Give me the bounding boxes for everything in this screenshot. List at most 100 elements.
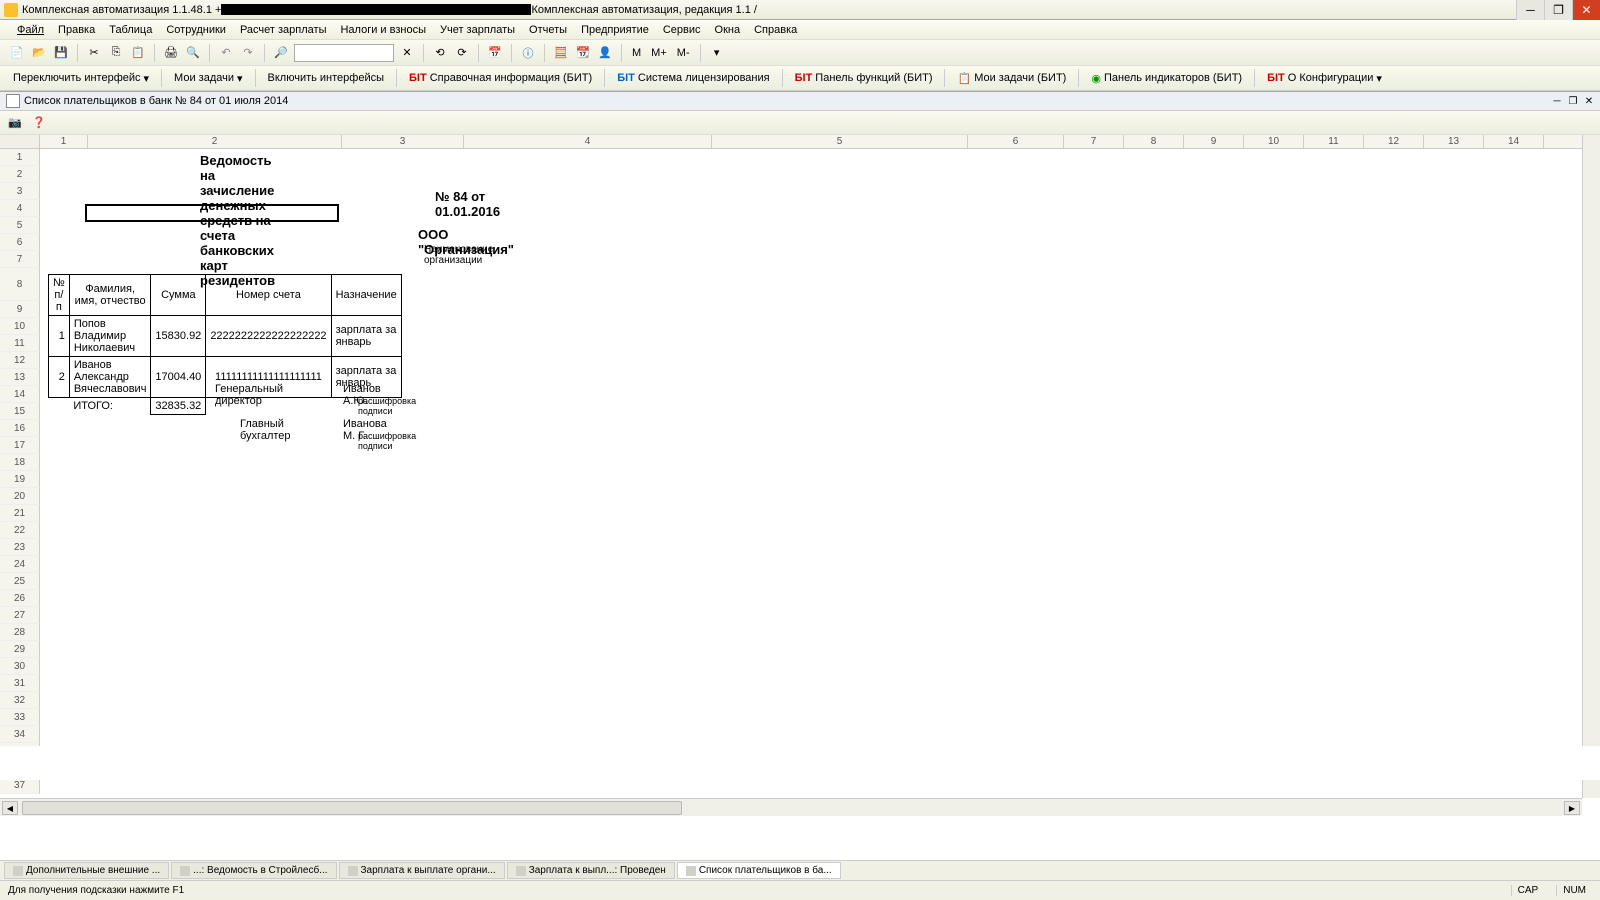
- col-header[interactable]: 14: [1484, 135, 1544, 148]
- open-icon[interactable]: 📂: [30, 44, 48, 62]
- row-number[interactable]: 2: [0, 166, 40, 183]
- col-header[interactable]: 13: [1424, 135, 1484, 148]
- memory-m[interactable]: M: [629, 47, 644, 59]
- menu-taxes[interactable]: Налоги и взносы: [333, 22, 433, 38]
- window-tab[interactable]: Зарплата к выпл...: Проведен: [507, 862, 675, 879]
- search-combo[interactable]: [294, 44, 394, 62]
- date-icon[interactable]: 📆: [574, 44, 592, 62]
- row-number[interactable]: 5: [0, 217, 40, 234]
- copy-icon[interactable]: ⎘: [107, 44, 125, 62]
- window-tab[interactable]: ...: Ведомость в Стройлесб...: [171, 862, 336, 879]
- doc-close-icon[interactable]: ✕: [1582, 94, 1596, 108]
- preview-icon[interactable]: 🔍: [184, 44, 202, 62]
- col-header[interactable]: 12: [1364, 135, 1424, 148]
- row-number[interactable]: 25: [0, 573, 40, 590]
- row-number[interactable]: 3: [0, 183, 40, 200]
- row-number[interactable]: 31: [0, 675, 40, 692]
- col-header[interactable]: 2: [88, 135, 342, 148]
- window-tab-active[interactable]: Список плательщиков в ба...: [677, 862, 841, 879]
- vertical-scrollbar[interactable]: [1582, 135, 1600, 798]
- menu-file[interactable]: Файл: [10, 22, 51, 38]
- row-number[interactable]: 9: [0, 301, 40, 318]
- col-header[interactable]: 3: [342, 135, 464, 148]
- scroll-thumb[interactable]: [22, 801, 682, 815]
- my-tasks-bit-button[interactable]: 📋Мои задачи (БИТ): [950, 69, 1073, 88]
- memory-mplus[interactable]: M+: [648, 47, 670, 59]
- row-number[interactable]: 17: [0, 437, 40, 454]
- row-number[interactable]: 19: [0, 471, 40, 488]
- row-number[interactable]: 6: [0, 234, 40, 251]
- row-number[interactable]: 8: [0, 268, 40, 301]
- person-icon[interactable]: 👤: [596, 44, 614, 62]
- func-panel-button[interactable]: БITПанель функций (БИТ): [788, 69, 940, 87]
- menu-windows[interactable]: Окна: [708, 22, 748, 38]
- doc-minimize-icon[interactable]: ─: [1550, 94, 1564, 108]
- cut-icon[interactable]: ✂: [85, 44, 103, 62]
- row-number[interactable]: 29: [0, 641, 40, 658]
- close-button[interactable]: ✕: [1572, 0, 1600, 20]
- menu-reports[interactable]: Отчеты: [522, 22, 574, 38]
- row-number[interactable]: 16: [0, 420, 40, 437]
- row-number[interactable]: 14: [0, 386, 40, 403]
- help-icon[interactable]: ❓: [30, 114, 48, 132]
- redo-icon[interactable]: ↷: [239, 44, 257, 62]
- row-number[interactable]: 12: [0, 352, 40, 369]
- menu-table[interactable]: Таблица: [102, 22, 159, 38]
- col-header[interactable]: 5: [712, 135, 968, 148]
- back-icon[interactable]: ⟲: [431, 44, 449, 62]
- clear-search-icon[interactable]: ✕: [398, 44, 416, 62]
- col-header[interactable]: 4: [464, 135, 712, 148]
- about-config-button[interactable]: БITО Конфигурации ▾: [1260, 69, 1389, 88]
- col-header[interactable]: 6: [968, 135, 1064, 148]
- enable-interfaces-button[interactable]: Включить интерфейсы: [261, 69, 392, 87]
- menu-salary[interactable]: Расчет зарплаты: [233, 22, 334, 38]
- menu-enterprise[interactable]: Предприятие: [574, 22, 656, 38]
- col-header[interactable]: 8: [1124, 135, 1184, 148]
- indicator-panel-button[interactable]: ◉Панель индикаторов (БИТ): [1084, 69, 1249, 88]
- row-number[interactable]: 33: [0, 709, 40, 726]
- maximize-button[interactable]: ❐: [1544, 0, 1572, 20]
- menu-edit[interactable]: Правка: [51, 22, 102, 38]
- row-number[interactable]: 7: [0, 251, 40, 268]
- col-header[interactable]: 7: [1064, 135, 1124, 148]
- corner-cell[interactable]: [0, 135, 40, 148]
- print-icon[interactable]: 🖨: [162, 44, 180, 62]
- my-tasks-button[interactable]: Мои задачи ▾: [167, 69, 249, 88]
- menu-employees[interactable]: Сотрудники: [159, 22, 233, 38]
- licensing-button[interactable]: БITСистема лицензирования: [610, 69, 776, 87]
- row-number[interactable]: 27: [0, 607, 40, 624]
- scroll-left-icon[interactable]: ◀: [2, 801, 18, 815]
- menu-accounting[interactable]: Учет зарплаты: [433, 22, 522, 38]
- row-number[interactable]: 21: [0, 505, 40, 522]
- row-number[interactable]: 24: [0, 556, 40, 573]
- row-number[interactable]: 30: [0, 658, 40, 675]
- spreadsheet[interactable]: 1 2 3 4 5 6 7 8 9 10 11 12 13 14 1234567…: [0, 135, 1600, 816]
- window-tab[interactable]: Зарплата к выплате органи...: [339, 862, 505, 879]
- new-doc-icon[interactable]: 📄: [8, 44, 26, 62]
- row-number[interactable]: 13: [0, 369, 40, 386]
- memory-mminus[interactable]: M-: [674, 47, 693, 59]
- find-icon[interactable]: 🔎: [272, 44, 290, 62]
- menu-service[interactable]: Сервис: [656, 22, 708, 38]
- row-number[interactable]: 18: [0, 454, 40, 471]
- row-number[interactable]: 20: [0, 488, 40, 505]
- calc-icon[interactable]: 🧮: [552, 44, 570, 62]
- table-row[interactable]: 1 Попов Владимир Николаевич 15830.92 222…: [49, 316, 402, 357]
- scroll-right-icon[interactable]: ▶: [1564, 801, 1580, 815]
- row-number[interactable]: 22: [0, 522, 40, 539]
- row-number[interactable]: 10: [0, 318, 40, 335]
- col-header[interactable]: 11: [1304, 135, 1364, 148]
- col-header[interactable]: 1: [40, 135, 88, 148]
- undo-icon[interactable]: ↶: [217, 44, 235, 62]
- horizontal-scrollbar[interactable]: ◀ ▶: [0, 798, 1582, 816]
- window-tab[interactable]: Дополнительные внешние ...: [4, 862, 169, 879]
- row-number[interactable]: 28: [0, 624, 40, 641]
- ref-info-button[interactable]: БITСправочная информация (БИТ): [402, 69, 599, 87]
- calendar-icon[interactable]: 📅: [486, 44, 504, 62]
- row-number[interactable]: 32: [0, 692, 40, 709]
- col-header[interactable]: 10: [1244, 135, 1304, 148]
- dropdown-icon[interactable]: ▾: [708, 44, 726, 62]
- row-number[interactable]: 23: [0, 539, 40, 556]
- col-header[interactable]: 9: [1184, 135, 1244, 148]
- menu-help[interactable]: Справка: [747, 22, 804, 38]
